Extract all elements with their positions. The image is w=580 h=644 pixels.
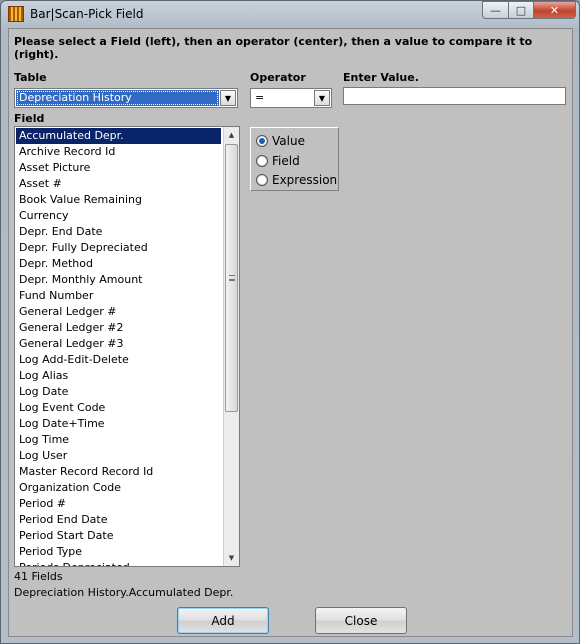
field-list-item[interactable]: Period Start Date — [16, 528, 221, 544]
chevron-down-icon[interactable]: ▼ — [220, 90, 236, 106]
field-list-item[interactable]: Log Event Code — [16, 400, 221, 416]
scroll-down-arrow-icon[interactable]: ▼ — [224, 550, 239, 566]
instruction-text: Please select a Field (left), then an op… — [14, 35, 533, 61]
field-list-item[interactable]: Periods Depreciated — [16, 560, 221, 566]
field-list-item[interactable]: Log Date+Time — [16, 416, 221, 432]
radio-expression[interactable]: Expression — [256, 172, 337, 188]
close-window-button[interactable]: ✕ — [533, 1, 576, 19]
field-list-item[interactable]: Log Add-Edit-Delete — [16, 352, 221, 368]
field-list-item[interactable]: Period Type — [16, 544, 221, 560]
field-count: 41 Fields — [14, 570, 63, 583]
title-bar[interactable]: Bar|Scan-Pick Field — □ ✕ — [1, 1, 579, 27]
radio-value-label: Value — [272, 134, 305, 148]
maximize-button[interactable]: □ — [508, 1, 534, 19]
field-list-item[interactable]: Currency — [16, 208, 221, 224]
dialog-window: Bar|Scan-Pick Field — □ ✕ Please select … — [0, 0, 580, 644]
close-button[interactable]: Close — [315, 607, 407, 634]
field-list-item[interactable]: Period End Date — [16, 512, 221, 528]
radio-button-selected[interactable] — [256, 135, 268, 147]
field-list-item[interactable]: Depr. Method — [16, 256, 221, 272]
radio-field[interactable]: Field — [256, 153, 300, 169]
field-list-item[interactable]: Asset Picture — [16, 160, 221, 176]
field-list-item[interactable]: General Ledger #3 — [16, 336, 221, 352]
field-listbox[interactable]: Accumulated Depr. Archive Record Id Asset … — [14, 126, 240, 567]
selected-field-path: Depreciation History.Accumulated Depr. — [14, 586, 234, 599]
radio-button[interactable] — [256, 155, 268, 167]
field-list-item[interactable]: Archive Record Id — [16, 144, 221, 160]
field-list-item[interactable]: Organization Code — [16, 480, 221, 496]
operator-dropdown-value: = — [255, 91, 265, 104]
table-dropdown-value: Depreciation History — [16, 90, 219, 106]
field-list-item[interactable]: Depr. Fully Depreciated — [16, 240, 221, 256]
field-list-item[interactable]: Log User — [16, 448, 221, 464]
field-list-items: Accumulated Depr. Archive Record Id Asset … — [16, 128, 221, 566]
field-list-item[interactable]: Asset # — [16, 176, 221, 192]
field-list-item[interactable]: Depr. Monthly Amount — [16, 272, 221, 288]
field-list-item[interactable]: Master Record Record Id — [16, 464, 221, 480]
scrollbar-thumb[interactable] — [225, 144, 238, 412]
minimize-button[interactable]: — — [482, 1, 509, 19]
chevron-down-icon[interactable]: ▼ — [314, 90, 330, 106]
field-label: Field — [14, 112, 45, 125]
radio-expression-label: Expression — [272, 173, 338, 187]
field-list-item[interactable]: Log Date — [16, 384, 221, 400]
dialog-body: Please select a Field (left), then an op… — [8, 28, 573, 637]
enter-value-label: Enter Value. — [343, 71, 419, 84]
field-list-item[interactable]: Book Value Remaining — [16, 192, 221, 208]
window-title: Bar|Scan-Pick Field — [30, 7, 144, 21]
radio-value[interactable]: Value — [256, 133, 305, 149]
value-input[interactable] — [343, 87, 566, 105]
field-list-scrollbar[interactable]: ▲ ▼ — [223, 127, 239, 566]
field-list-item[interactable]: Log Time — [16, 432, 221, 448]
barcode-app-icon — [8, 6, 24, 22]
field-list-item[interactable]: Depr. End Date — [16, 224, 221, 240]
radio-button[interactable] — [256, 174, 268, 186]
operator-label: Operator — [250, 71, 306, 84]
table-label: Table — [14, 71, 47, 84]
field-list-item[interactable]: General Ledger #2 — [16, 320, 221, 336]
field-list-item[interactable]: Fund Number — [16, 288, 221, 304]
add-button[interactable]: Add — [177, 607, 269, 634]
table-dropdown[interactable]: Depreciation History ▼ — [14, 88, 238, 108]
field-list-item[interactable]: Accumulated Depr. — [16, 128, 221, 144]
field-list-item[interactable]: General Ledger # — [16, 304, 221, 320]
scroll-up-arrow-icon[interactable]: ▲ — [224, 127, 239, 143]
radio-field-label: Field — [272, 154, 300, 168]
compare-mode-group: Value Field Expression — [250, 127, 339, 191]
field-list-item[interactable]: Period # — [16, 496, 221, 512]
operator-dropdown[interactable]: = ▼ — [250, 88, 332, 108]
field-list-item[interactable]: Log Alias — [16, 368, 221, 384]
